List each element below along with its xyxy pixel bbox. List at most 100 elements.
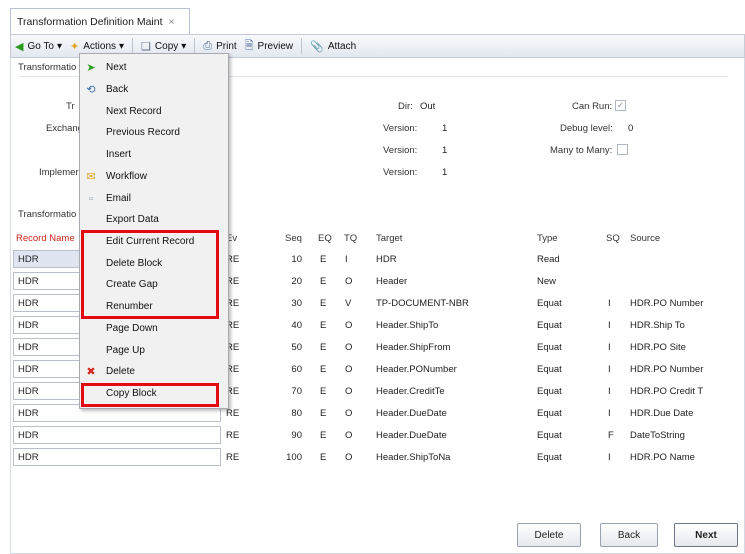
menu-item-export-data[interactable]: Export Data	[80, 209, 228, 230]
cell-type: New	[537, 276, 557, 287]
cell-seq: 90	[291, 430, 302, 441]
actions-icon: ✦	[70, 40, 80, 53]
cell-seq: 50	[291, 342, 302, 353]
menu-item-label: Back	[106, 84, 129, 95]
goto-button[interactable]: ◀ Go To ▾	[15, 40, 62, 53]
section-label: Transformatio	[18, 62, 77, 73]
menu-item-page-down[interactable]: Page Down	[80, 318, 228, 339]
cell-seq: 40	[291, 320, 302, 331]
cell-seq: 60	[291, 364, 302, 375]
cell-sq: I	[608, 320, 611, 331]
cell-eq: E	[320, 320, 327, 331]
menu-item-email[interactable]: ▫ Email	[80, 188, 228, 209]
cell-type: Equat	[537, 386, 562, 397]
version-label: Version:	[383, 167, 418, 178]
actions-button[interactable]: ✦ Actions ▾	[70, 40, 124, 53]
tab-strip: Transformation Definition Maint ×	[0, 0, 745, 34]
can-run-checkbox[interactable]: ✓	[615, 100, 626, 111]
chevron-down-icon: ▾	[119, 40, 125, 52]
cell-seq: 70	[291, 386, 302, 397]
cell-sq: I	[608, 386, 611, 397]
cell-eq: E	[320, 342, 327, 353]
preview-label: Preview	[257, 40, 294, 52]
actions-label: Actions	[83, 40, 117, 52]
cell-seq: 10	[291, 254, 302, 265]
cell-sq: I	[608, 452, 611, 463]
cell-eq: E	[320, 298, 327, 309]
header-eq: EQ	[318, 233, 332, 244]
menu-item-next-record[interactable]: Next Record	[80, 101, 228, 122]
print-button[interactable]: ⎙ Print	[203, 40, 236, 53]
cell-tq: O	[345, 430, 353, 441]
header-target: Target	[376, 233, 403, 244]
menu-item-back[interactable]: ⟲ Back	[80, 79, 228, 100]
copy-label: Copy	[154, 40, 179, 52]
printer-icon: ⎙	[203, 39, 213, 52]
cell-type: Equat	[537, 430, 562, 441]
menu-item-label: Export Data	[106, 214, 159, 225]
cell-tq: O	[345, 386, 353, 397]
version-value: 1	[442, 123, 448, 134]
cell-target: Header.DueDate	[376, 430, 447, 441]
cell-seq: 30	[291, 298, 302, 309]
cell-eq: E	[320, 408, 327, 419]
preview-icon: 🗎	[244, 39, 254, 52]
menu-item-insert[interactable]: Insert	[80, 144, 228, 165]
cell-source: HDR.Due Date	[630, 408, 694, 419]
back-button[interactable]: Back	[600, 523, 658, 547]
menu-item-next[interactable]: ➤ Next	[80, 57, 228, 78]
delete-button[interactable]: Delete	[517, 523, 581, 547]
cell-type: Equat	[537, 408, 562, 419]
tab-transformation-definition[interactable]: Transformation Definition Maint ×	[10, 8, 190, 34]
header-sq: SQ	[606, 233, 620, 244]
copy-button[interactable]: ❏ Copy ▾	[141, 40, 186, 53]
cell-target: HDR	[376, 254, 397, 265]
header-record-name: Record Name	[16, 233, 75, 244]
many-to-many-label: Many to Many:	[550, 145, 613, 156]
tab-title: Transformation Definition Maint	[17, 16, 163, 28]
cell-eq: E	[320, 452, 327, 463]
many-to-many-checkbox[interactable]	[617, 144, 628, 155]
field-label-exchange: Exchang	[46, 123, 83, 134]
preview-button[interactable]: 🗎 Preview	[245, 37, 293, 56]
cell-tq: I	[345, 254, 348, 265]
cell-tq: O	[345, 276, 353, 287]
cell-tq: O	[345, 364, 353, 375]
attach-button[interactable]: 📎 Attach	[310, 40, 356, 53]
record-name-field[interactable]: HDR	[13, 426, 221, 444]
next-button[interactable]: Next	[674, 523, 738, 547]
paperclip-icon: 📎	[310, 40, 324, 53]
menu-item-delete[interactable]: ✖ Delete	[80, 361, 228, 382]
toolbar-separator	[132, 38, 134, 54]
cell-type: Equat	[537, 364, 562, 375]
version-label: Version:	[383, 123, 418, 134]
record-name-field[interactable]: HDR	[13, 448, 221, 466]
menu-item-previous-record[interactable]: Previous Record	[80, 122, 228, 143]
cell-source: HDR.PO Number	[630, 364, 704, 375]
menu-item-label: Next Record	[106, 106, 162, 117]
cell-target: Header.CreditTe	[376, 386, 445, 397]
undo-arrow-icon: ⟲	[86, 84, 96, 96]
menu-item-workflow[interactable]: ✉ Workflow	[80, 166, 228, 187]
close-icon[interactable]: ×	[168, 16, 174, 28]
cell-sq: I	[608, 342, 611, 353]
cell-ev: RE	[226, 408, 240, 419]
menu-item-label: Next	[106, 62, 127, 73]
cell-ev: RE	[226, 430, 240, 441]
attach-label: Attach	[327, 40, 357, 52]
cell-source: HDR.PO Number	[630, 298, 704, 309]
can-run-label: Can Run:	[572, 101, 613, 112]
version-value: 1	[442, 145, 448, 156]
dir-value: Out	[420, 101, 436, 112]
menu-item-label: Delete	[106, 366, 135, 377]
header-tq: TQ	[344, 233, 358, 244]
cell-type: Equat	[537, 452, 562, 463]
cell-source: DateToString	[630, 430, 685, 441]
menu-item-label: Insert	[106, 149, 132, 160]
cell-sq: F	[608, 430, 614, 441]
cell-tq: O	[345, 342, 353, 353]
cell-sq: I	[608, 364, 611, 375]
menu-item-page-up[interactable]: Page Up	[80, 340, 228, 361]
cell-type: Equat	[537, 298, 562, 309]
cell-source: HDR.PO Credit T	[630, 386, 704, 397]
